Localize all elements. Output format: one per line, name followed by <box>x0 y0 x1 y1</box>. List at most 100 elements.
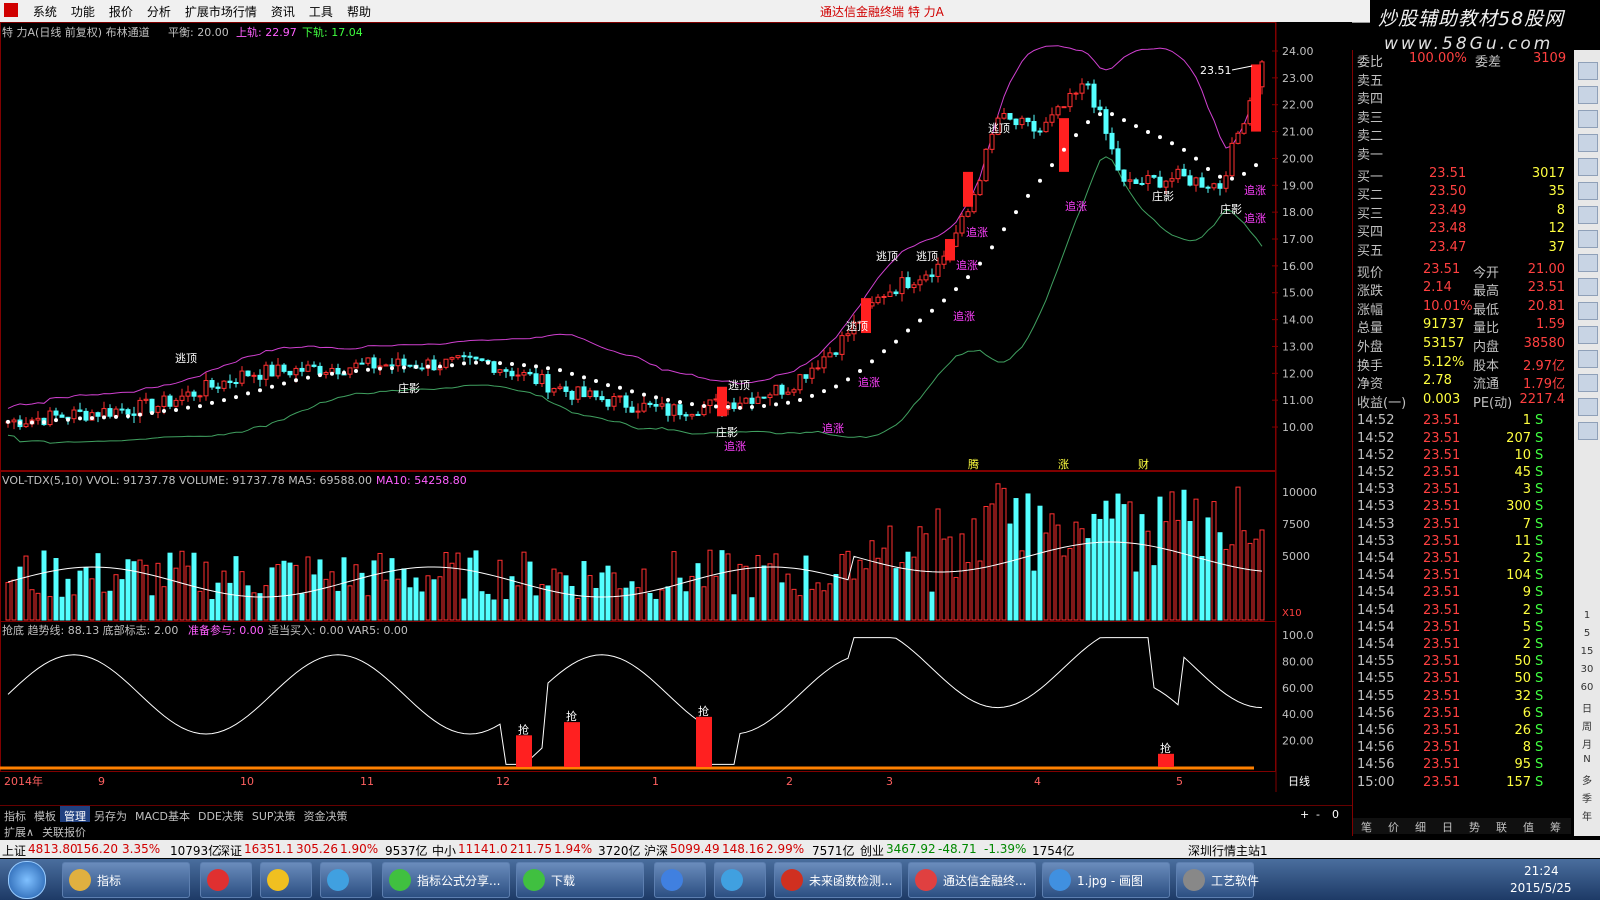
taskbar-item-10[interactable]: 1.jpg - 画图 <box>1042 862 1170 898</box>
panel-bottom-tabs: 笔价细日势联值筹 <box>1353 818 1571 834</box>
extend-tab-0[interactable]: 扩展∧ <box>0 822 38 842</box>
sidebar-tool-icon-1[interactable] <box>1578 86 1598 104</box>
trade-row-17: 14:56 23.51 6 S <box>1353 705 1571 722</box>
sidebar-tool-icon-14[interactable] <box>1578 398 1598 416</box>
menu-item-1[interactable]: 功能 <box>64 0 102 23</box>
candle-body <box>845 333 851 337</box>
sidebar-tool-icon-10[interactable] <box>1578 302 1598 320</box>
panel-tab-0[interactable]: 笔 <box>1361 819 1372 835</box>
index-item-25: 深圳行情主站1 <box>1188 844 1268 858</box>
taskbar-item-6[interactable] <box>654 862 706 898</box>
volume-bar <box>23 555 29 621</box>
sidebar-period-9[interactable]: 多 <box>1578 772 1596 788</box>
sidebar-tool-icon-9[interactable] <box>1578 278 1598 296</box>
volume-bar <box>467 557 473 621</box>
trade-volume: 157 <box>1506 774 1531 790</box>
sell-label: 卖三 <box>1357 110 1384 126</box>
volume-bar <box>1247 542 1253 621</box>
panel-tab-4[interactable]: 势 <box>1469 819 1480 835</box>
volume-bar <box>101 591 107 621</box>
panel-tab-1[interactable]: 价 <box>1388 819 1399 835</box>
mid-dot <box>306 375 310 380</box>
candle-body <box>551 387 557 393</box>
sidebar-tool-icon-0[interactable] <box>1578 62 1598 80</box>
menu-item-4[interactable]: 扩展市场行情 <box>178 0 264 23</box>
volume-bar <box>197 590 203 621</box>
sidebar-period-2[interactable]: 15 <box>1578 646 1596 662</box>
mid-dot <box>510 361 514 366</box>
sidebar-tool-icon-4[interactable] <box>1578 158 1598 176</box>
pager-button-0[interactable]: + <box>1300 808 1309 821</box>
stat-label: 外盘 <box>1357 340 1384 355</box>
start-button[interactable] <box>8 861 46 899</box>
taskbar-item-11[interactable]: 工艺软件 <box>1176 862 1259 898</box>
sidebar-period-3[interactable]: 30 <box>1578 664 1596 680</box>
sidebar-period-1[interactable]: 5 <box>1578 628 1596 644</box>
menu-item-0[interactable]: 系统 <box>26 0 64 23</box>
sidebar-tool-icon-8[interactable] <box>1578 254 1598 272</box>
taskbar-item-4[interactable]: 指标公式分享... <box>382 862 510 898</box>
grab-bar-3 <box>1158 753 1174 767</box>
taskbar-item-7[interactable] <box>714 862 766 898</box>
sidebar-period-10[interactable]: 季 <box>1578 790 1596 806</box>
trade-time: 14:55 <box>1357 671 1395 687</box>
taskbar-item-2[interactable] <box>260 862 312 898</box>
taskbar-item-3[interactable] <box>320 862 372 898</box>
taskbar-item-5[interactable]: 下载 <box>516 862 644 898</box>
sidebar-tool-icon-11[interactable] <box>1578 326 1598 344</box>
panel-tab-6[interactable]: 值 <box>1523 819 1534 835</box>
stat-value: 10.01% <box>1423 298 1473 314</box>
sidebar-period-11[interactable]: 年 <box>1578 808 1596 824</box>
taskbar-item-1[interactable] <box>200 862 252 898</box>
candle-body <box>833 352 839 355</box>
extend-tab-1[interactable]: 关联报价 <box>38 822 90 842</box>
sidebar-period-5[interactable]: 日 <box>1578 700 1596 716</box>
sidebar-tool-icon-5[interactable] <box>1578 182 1598 200</box>
sidebar-period-7[interactable]: 月 <box>1578 736 1596 752</box>
sidebar-period-6[interactable]: 周 <box>1578 718 1596 734</box>
volume-bar <box>281 560 287 621</box>
taskbar-item-9[interactable]: 通达信金融终... <box>908 862 1036 898</box>
signal-label-13: 逃顶 <box>988 122 1010 135</box>
stock-chart[interactable]: 特 力A(日线 前复权) 布林通道 平衡: 20.00 上轨: 22.97 下轨: 1… <box>0 22 1352 815</box>
menu-item-5[interactable]: 资讯 <box>264 0 302 23</box>
volume-bar <box>875 557 881 621</box>
pager-button-1[interactable]: - <box>1316 808 1320 821</box>
index-item-11: 11141.0 <box>458 842 508 856</box>
sidebar-tool-icon-3[interactable] <box>1578 134 1598 152</box>
panel-tab-2[interactable]: 细 <box>1415 819 1426 835</box>
pager-button-2[interactable]: 0 <box>1332 808 1339 821</box>
sidebar-tool-icon-2[interactable] <box>1578 110 1598 128</box>
taskbar-item-0[interactable]: 指标 <box>62 862 190 898</box>
sidebar-period-4[interactable]: 60 <box>1578 682 1596 698</box>
panel-tab-7[interactable]: 筹 <box>1550 819 1561 835</box>
volume-tick-1: 7500 <box>1282 518 1310 531</box>
candle-body <box>1073 92 1079 95</box>
period-label[interactable]: 日线 <box>1288 774 1310 788</box>
buy-price: 23.50 <box>1429 184 1467 200</box>
panel-tab-3[interactable]: 日 <box>1442 819 1453 835</box>
sidebar-period-8[interactable]: N <box>1578 754 1596 770</box>
clock-time[interactable]: 21:24 <box>1524 864 1559 878</box>
app-icon[interactable] <box>4 3 18 17</box>
candle-body <box>1031 121 1037 132</box>
volume-bar <box>179 550 185 621</box>
sidebar-period-0[interactable]: 1 <box>1578 610 1596 626</box>
menu-item-6[interactable]: 工具 <box>302 0 340 23</box>
sidebar-tool-icon-7[interactable] <box>1578 230 1598 248</box>
candle-body <box>1193 177 1199 186</box>
clock-date[interactable]: 2015/5/25 <box>1510 881 1572 895</box>
volume-bar <box>89 578 95 621</box>
taskbar-item-8[interactable]: 未来函数检测... <box>774 862 902 898</box>
candle-body <box>1085 83 1091 86</box>
menu-item-3[interactable]: 分析 <box>140 0 178 23</box>
menu-item-7[interactable]: 帮助 <box>340 0 378 23</box>
sidebar-tool-icon-6[interactable] <box>1578 206 1598 224</box>
volume-bar <box>785 573 791 621</box>
sidebar-tool-icon-15[interactable] <box>1578 422 1598 440</box>
sidebar-tool-icon-12[interactable] <box>1578 350 1598 368</box>
menu-item-2[interactable]: 报价 <box>102 0 140 23</box>
panel-tab-5[interactable]: 联 <box>1496 819 1507 835</box>
volume-bar <box>821 590 827 621</box>
sidebar-tool-icon-13[interactable] <box>1578 374 1598 392</box>
